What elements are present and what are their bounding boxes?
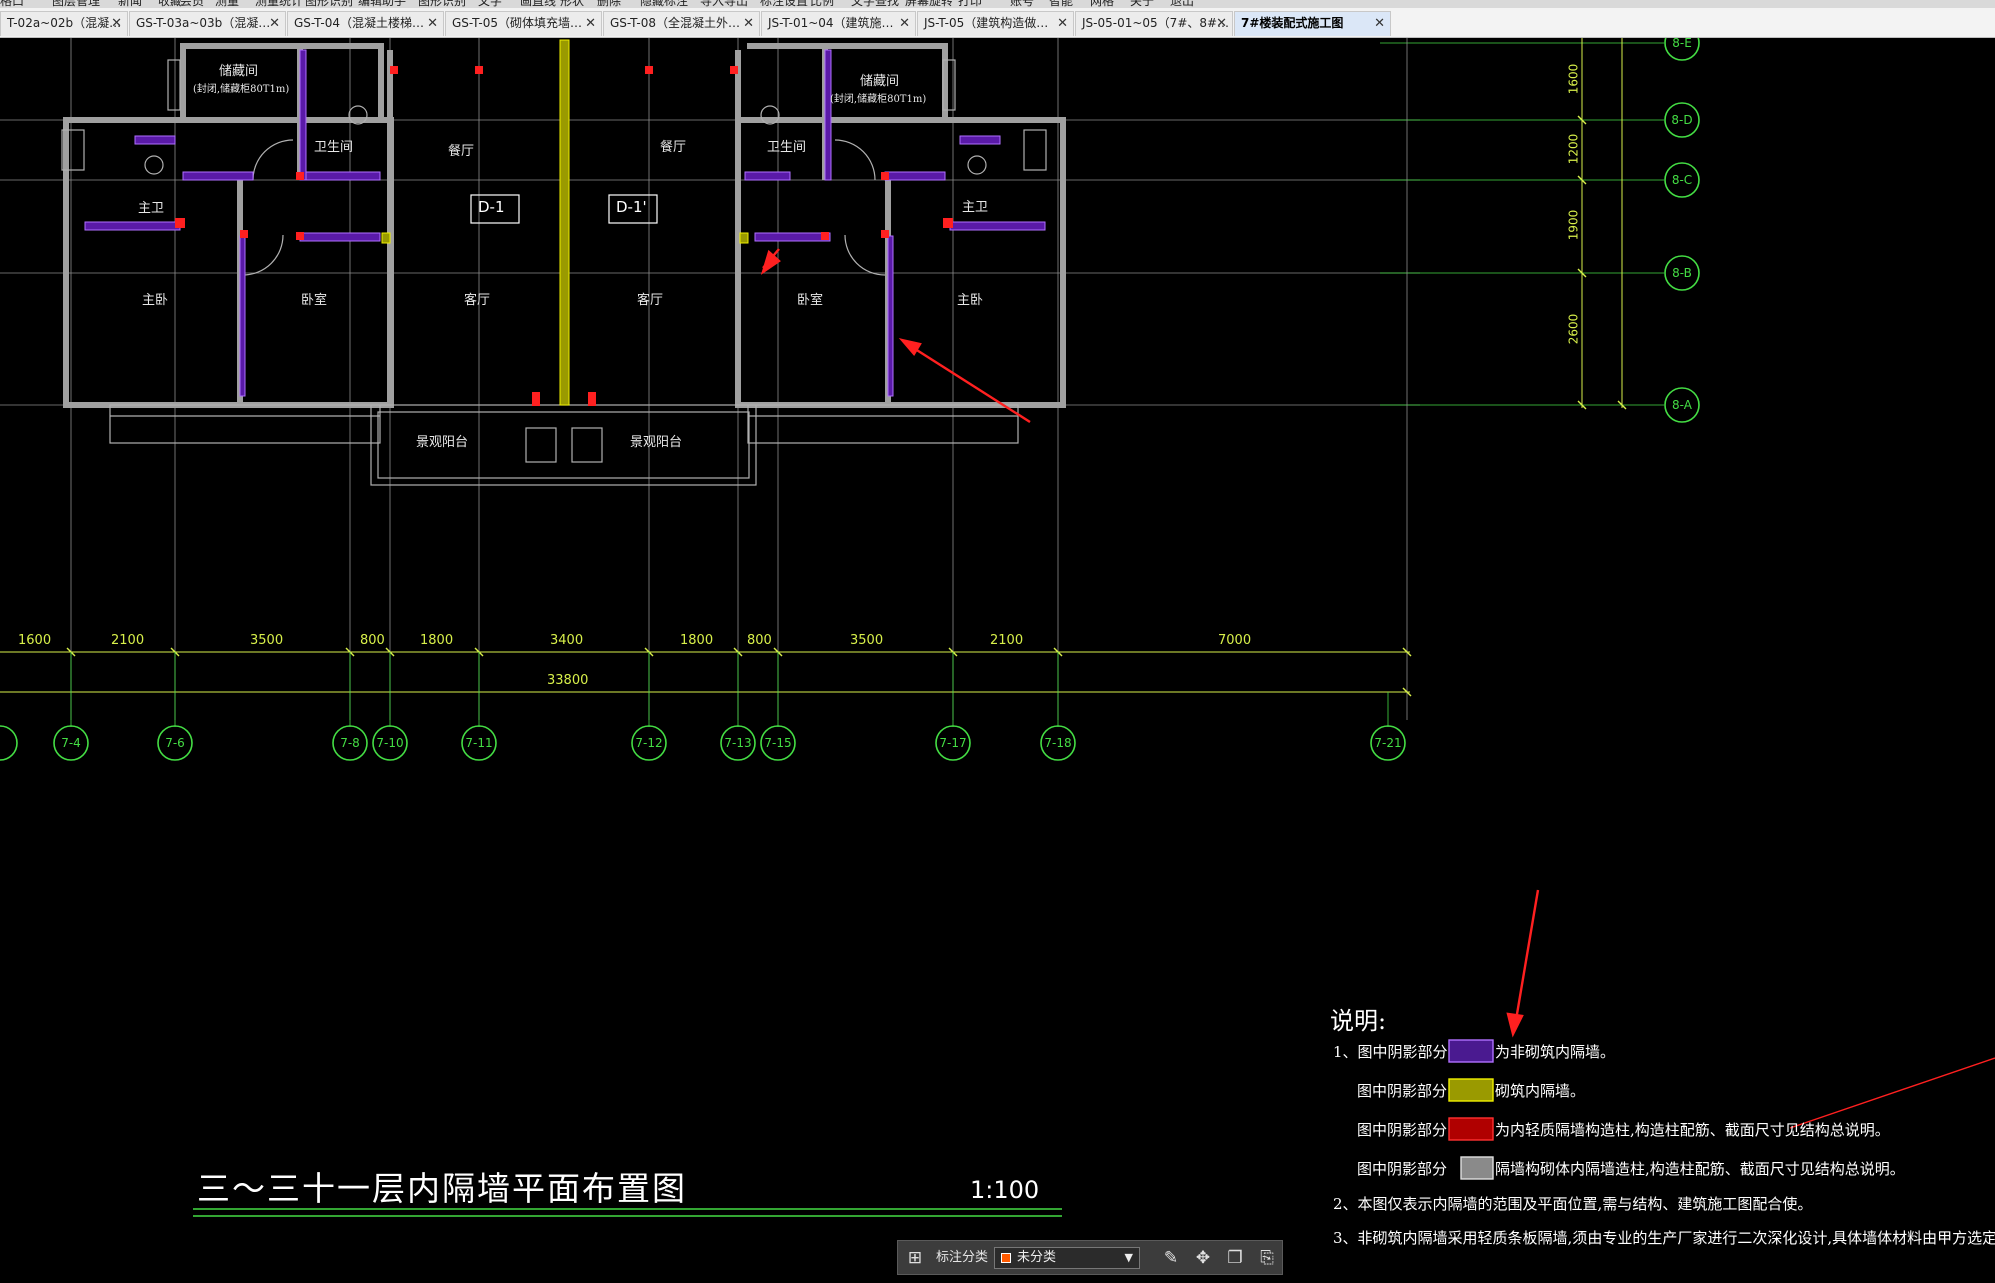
document-tab-bar: T-02a~02b（混凝… ✕ GS-T-03a~03b（混凝… ✕ GS-T-04（混… [0, 8, 1995, 38]
menu-item[interactable]: 图形识别 [305, 0, 353, 8]
tab-label: GS-T-03a~03b（混凝… [136, 16, 271, 30]
close-icon[interactable]: ✕ [1216, 12, 1227, 35]
menu-item[interactable]: 形状 [560, 0, 584, 8]
tab-label: 7#楼装配式施工图 [1241, 16, 1344, 30]
menu-bar: 格口 图层管理 新闻 收藏 会员 测量 测量统计 图形识别 编辑助手 图形识别 文字 画直线 形状 删除隐… [0, 0, 1995, 8]
category-color-swatch [1001, 1253, 1011, 1263]
close-icon[interactable]: ✕ [899, 12, 910, 35]
document-tab[interactable]: JS-05-01~05（7#、8#… ✕ [1075, 11, 1233, 36]
tab-label: JS-T-05（建筑构造做… [924, 16, 1049, 30]
paste-icon[interactable]: ⎘ [1256, 1247, 1278, 1269]
close-icon[interactable]: ✕ [743, 12, 754, 35]
close-icon[interactable]: ✕ [1374, 12, 1385, 35]
close-icon[interactable]: ✕ [1057, 12, 1068, 35]
edit-icon[interactable]: ✎ [1160, 1247, 1182, 1269]
menu-item[interactable]: 编辑助手 [358, 0, 406, 8]
document-tab[interactable]: T-02a~02b（混凝… ✕ [0, 11, 128, 36]
menu-item[interactable]: 文字 [478, 0, 502, 8]
close-icon[interactable]: ✕ [269, 12, 280, 35]
copy-icon[interactable]: ❐ [1224, 1247, 1246, 1269]
menu-item[interactable]: 网格 [1090, 0, 1114, 8]
menu-item[interactable]: 格口 [0, 0, 24, 8]
close-icon[interactable]: ✕ [111, 12, 122, 35]
tab-label: JS-T-01~04（建筑施… [768, 16, 894, 30]
grid-menu-icon[interactable]: ⊞ [904, 1247, 926, 1269]
menu-item[interactable]: 打印 [958, 0, 982, 8]
document-tab[interactable]: GS-T-08（全混凝土外… ✕ [603, 11, 760, 36]
cad-drawing-canvas[interactable] [0, 38, 1995, 1283]
tab-label: GS-T-04（混凝土楼梯… [294, 16, 424, 30]
tab-label: JS-05-01~05（7#、8#… [1082, 16, 1230, 30]
menu-item[interactable]: 账号 [1010, 0, 1034, 8]
menu-item[interactable]: 退出 [1170, 0, 1194, 8]
menu-item[interactable]: 导入导出 [700, 0, 748, 8]
menu-item[interactable]: 删除 [597, 0, 621, 8]
document-tab[interactable]: GS-T-03a~03b（混凝… ✕ [129, 11, 286, 36]
document-tab[interactable]: GS-T-05（砌体填充墙… ✕ [445, 11, 602, 36]
menu-item[interactable]: 新闻 [118, 0, 142, 8]
menu-item[interactable]: 图层管理 [52, 0, 100, 8]
chevron-down-icon: ▼ [1124, 1251, 1133, 1264]
menu-item[interactable]: 文字查找 [851, 0, 899, 8]
tab-label: GS-T-08（全混凝土外… [610, 16, 740, 30]
menu-item[interactable]: 隐藏标注 [640, 0, 688, 8]
close-icon[interactable]: ✕ [585, 12, 596, 35]
tab-label: GS-T-05（砌体填充墙… [452, 16, 582, 30]
menu-item[interactable]: 屏幕旋转 [905, 0, 953, 8]
annotation-toolbar: ⊞ 标注分类 未分类 ▼ ✎ ✥ ❐ ⎘ [897, 1240, 1283, 1275]
menu-item[interactable]: 图形识别 [418, 0, 466, 8]
menu-item[interactable]: 智能 [1049, 0, 1073, 8]
move-icon[interactable]: ✥ [1192, 1247, 1214, 1269]
tab-label: T-02a~02b（混凝… [7, 16, 122, 30]
category-value: 未分类 [1017, 1250, 1057, 1265]
document-tab[interactable]: 7#楼装配式施工图 ✕ [1234, 11, 1391, 36]
document-tab[interactable]: JS-T-05（建筑构造做… ✕ [917, 11, 1074, 36]
document-tab[interactable]: GS-T-04（混凝土楼梯… ✕ [287, 11, 444, 36]
menu-item[interactable]: 测量 [215, 0, 239, 8]
menu-item[interactable]: 标注设置 [760, 0, 808, 8]
menu-item[interactable]: 收藏 [158, 0, 182, 8]
close-icon[interactable]: ✕ [427, 12, 438, 35]
menu-item[interactable]: 测量统计 [255, 0, 303, 8]
document-tab[interactable]: JS-T-01~04（建筑施… ✕ [761, 11, 916, 36]
menu-item[interactable]: 比例 [810, 0, 834, 8]
menu-item[interactable]: 画直线 [520, 0, 556, 8]
menu-item[interactable]: 关于 [1130, 0, 1154, 8]
menu-item[interactable]: 会员 [180, 0, 204, 8]
category-label: 标注分类 [936, 1250, 989, 1265]
category-dropdown[interactable]: 未分类 ▼ [994, 1247, 1140, 1269]
